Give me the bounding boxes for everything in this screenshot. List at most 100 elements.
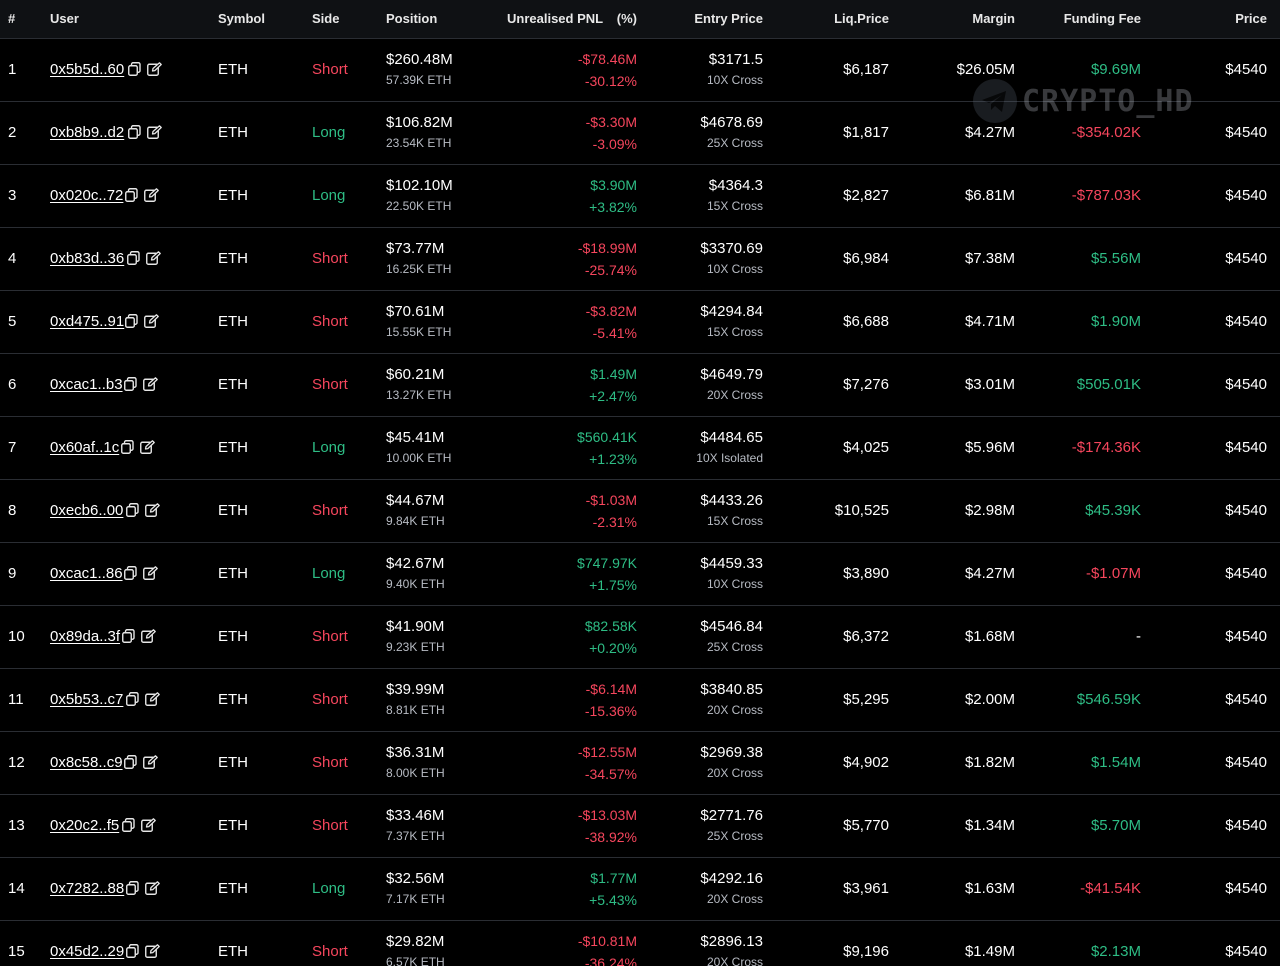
- user-address-link[interactable]: 0x20c2..f5: [50, 817, 119, 834]
- entry-price-value: $3370.69: [700, 240, 763, 257]
- edit-icon[interactable]: [145, 503, 160, 517]
- symbol-cell: ETH: [218, 817, 248, 834]
- column-header-rank[interactable]: #: [8, 11, 15, 26]
- edit-icon[interactable]: [143, 566, 158, 580]
- user-actions: [126, 692, 160, 706]
- liq-price-cell: $5,295: [843, 691, 889, 708]
- liq-price-cell: $5,770: [843, 817, 889, 834]
- edit-icon[interactable]: [141, 629, 156, 643]
- copy-icon[interactable]: [126, 944, 139, 958]
- edit-icon[interactable]: [147, 62, 162, 76]
- copy-icon[interactable]: [126, 503, 139, 517]
- table-row[interactable]: 13 0x20c2..f5 ETH Short $33.46M 7.37K ETH -$13…: [0, 795, 1280, 858]
- user-address-link[interactable]: 0xb8b9..d2: [50, 124, 124, 141]
- copy-icon[interactable]: [125, 314, 138, 328]
- column-header-price[interactable]: Price: [1235, 11, 1267, 26]
- edit-icon[interactable]: [144, 314, 159, 328]
- position-size: 15.55K ETH: [386, 325, 452, 339]
- user-address-link[interactable]: 0xecb6..00: [50, 502, 123, 519]
- column-header-funding-fee[interactable]: Funding Fee: [1064, 11, 1141, 26]
- table-row[interactable]: 2 0xb8b9..d2 ETH Long $106.82M 23.54K ETH -$3.…: [0, 102, 1280, 165]
- column-header-entry-price[interactable]: Entry Price: [694, 11, 763, 26]
- position-size: 8.00K ETH: [386, 766, 445, 780]
- user-address-link[interactable]: 0x89da..3f: [50, 628, 120, 645]
- copy-icon[interactable]: [126, 692, 139, 706]
- edit-icon[interactable]: [147, 125, 162, 139]
- edit-icon[interactable]: [143, 377, 158, 391]
- user-address-link[interactable]: 0x45d2..29: [50, 943, 124, 960]
- table-row[interactable]: 1 0x5b5d..60 ETH Short $260.48M 57.39K ETH -$7…: [0, 39, 1280, 102]
- user-address-link[interactable]: 0xcac1..86: [50, 565, 123, 582]
- column-header-unrealised-pnl[interactable]: Unrealised PNL: [507, 11, 603, 26]
- table-row[interactable]: 8 0xecb6..00 ETH Short $44.67M 9.84K ETH -$1.0…: [0, 480, 1280, 543]
- edit-icon[interactable]: [144, 188, 159, 202]
- unrealised-pnl-value: $3.90M: [590, 177, 637, 193]
- position-value: $106.82M: [386, 114, 453, 131]
- margin-cell: $1.49M: [964, 943, 1015, 960]
- table-row[interactable]: 4 0xb83d..36 ETH Short $73.77M 16.25K ETH -$18…: [0, 228, 1280, 291]
- price-cell: $4540: [1225, 187, 1267, 204]
- user-address-link[interactable]: 0x60af..1c: [50, 439, 119, 456]
- user-address-link[interactable]: 0x8c58..c9: [50, 754, 123, 771]
- column-header-liq-price[interactable]: Liq.Price: [834, 11, 889, 26]
- user-address-link[interactable]: 0xb83d..36: [50, 250, 124, 267]
- column-header-position[interactable]: Position: [386, 11, 437, 26]
- column-header-margin[interactable]: Margin: [972, 11, 1015, 26]
- copy-icon[interactable]: [124, 566, 137, 580]
- entry-price-value: $2896.13: [700, 933, 763, 950]
- copy-icon[interactable]: [128, 62, 141, 76]
- copy-icon[interactable]: [125, 188, 138, 202]
- symbol-cell: ETH: [218, 691, 248, 708]
- copy-icon[interactable]: [121, 440, 134, 454]
- column-header-side[interactable]: Side: [312, 11, 339, 26]
- entry-price-value: $4484.65: [700, 429, 763, 446]
- column-header-user[interactable]: User: [50, 11, 79, 26]
- table-row[interactable]: 15 0x45d2..29 ETH Short $29.82M 6.57K ETH -$10…: [0, 921, 1280, 966]
- edit-icon[interactable]: [143, 755, 158, 769]
- edit-icon[interactable]: [140, 440, 155, 454]
- margin-cell: $4.71M: [964, 313, 1015, 330]
- price-cell: $4540: [1225, 250, 1267, 267]
- copy-icon[interactable]: [126, 881, 139, 895]
- unrealised-pnl-percent: +1.75%: [589, 577, 637, 593]
- user-actions: [124, 755, 158, 769]
- user-address-link[interactable]: 0xd475..91: [50, 313, 124, 330]
- entry-price-value: $3171.5: [708, 51, 763, 68]
- position-value: $32.56M: [386, 870, 445, 887]
- table-row[interactable]: 14 0x7282..88 ETH Long $32.56M 7.17K ETH $1.77…: [0, 858, 1280, 921]
- entry-price-value: $4546.84: [700, 618, 763, 635]
- table-row[interactable]: 6 0xcac1..b3 ETH Short $60.21M 13.27K ETH $1.4…: [0, 354, 1280, 417]
- table-row[interactable]: 10 0x89da..3f ETH Short $41.90M 9.23K ETH $82.…: [0, 606, 1280, 669]
- table-row[interactable]: 11 0x5b53..c7 ETH Short $39.99M 8.81K ETH -$6.…: [0, 669, 1280, 732]
- column-header-symbol[interactable]: Symbol: [218, 11, 265, 26]
- user-address-link[interactable]: 0xcac1..b3: [50, 376, 123, 393]
- edit-icon[interactable]: [145, 944, 160, 958]
- user-address-link[interactable]: 0x5b5d..60: [50, 61, 124, 78]
- price-cell: $4540: [1225, 628, 1267, 645]
- column-header-pnl-percent[interactable]: (%): [617, 11, 637, 26]
- table-row[interactable]: 3 0x020c..72 ETH Long $102.10M 22.50K ETH $3.9…: [0, 165, 1280, 228]
- side-cell: Short: [312, 376, 348, 393]
- table-row[interactable]: 12 0x8c58..c9 ETH Short $36.31M 8.00K ETH -$12…: [0, 732, 1280, 795]
- table-row[interactable]: 7 0x60af..1c ETH Long $45.41M 10.00K ETH $560.…: [0, 417, 1280, 480]
- user-address-link[interactable]: 0x7282..88: [50, 880, 124, 897]
- entry-price-value: $4364.3: [708, 177, 763, 194]
- table-row[interactable]: 9 0xcac1..86 ETH Long $42.67M 9.40K ETH $747.9…: [0, 543, 1280, 606]
- table-row[interactable]: 5 0xd475..91 ETH Short $70.61M 15.55K ETH -$3.…: [0, 291, 1280, 354]
- unrealised-pnl-percent: -30.12%: [584, 73, 637, 89]
- user-address-link[interactable]: 0x020c..72: [50, 187, 123, 204]
- edit-icon[interactable]: [141, 818, 156, 832]
- copy-icon[interactable]: [122, 818, 135, 832]
- copy-icon[interactable]: [124, 755, 137, 769]
- user-address-link[interactable]: 0x5b53..c7: [50, 691, 123, 708]
- edit-icon[interactable]: [145, 881, 160, 895]
- copy-icon[interactable]: [124, 377, 137, 391]
- edit-icon[interactable]: [146, 251, 161, 265]
- copy-icon[interactable]: [127, 251, 140, 265]
- copy-icon[interactable]: [122, 629, 135, 643]
- copy-icon[interactable]: [128, 125, 141, 139]
- edit-icon[interactable]: [145, 692, 160, 706]
- leverage-mode: 20X Cross: [706, 892, 763, 906]
- position-value: $39.99M: [386, 681, 445, 698]
- unrealised-pnl-percent: -5.41%: [592, 325, 637, 341]
